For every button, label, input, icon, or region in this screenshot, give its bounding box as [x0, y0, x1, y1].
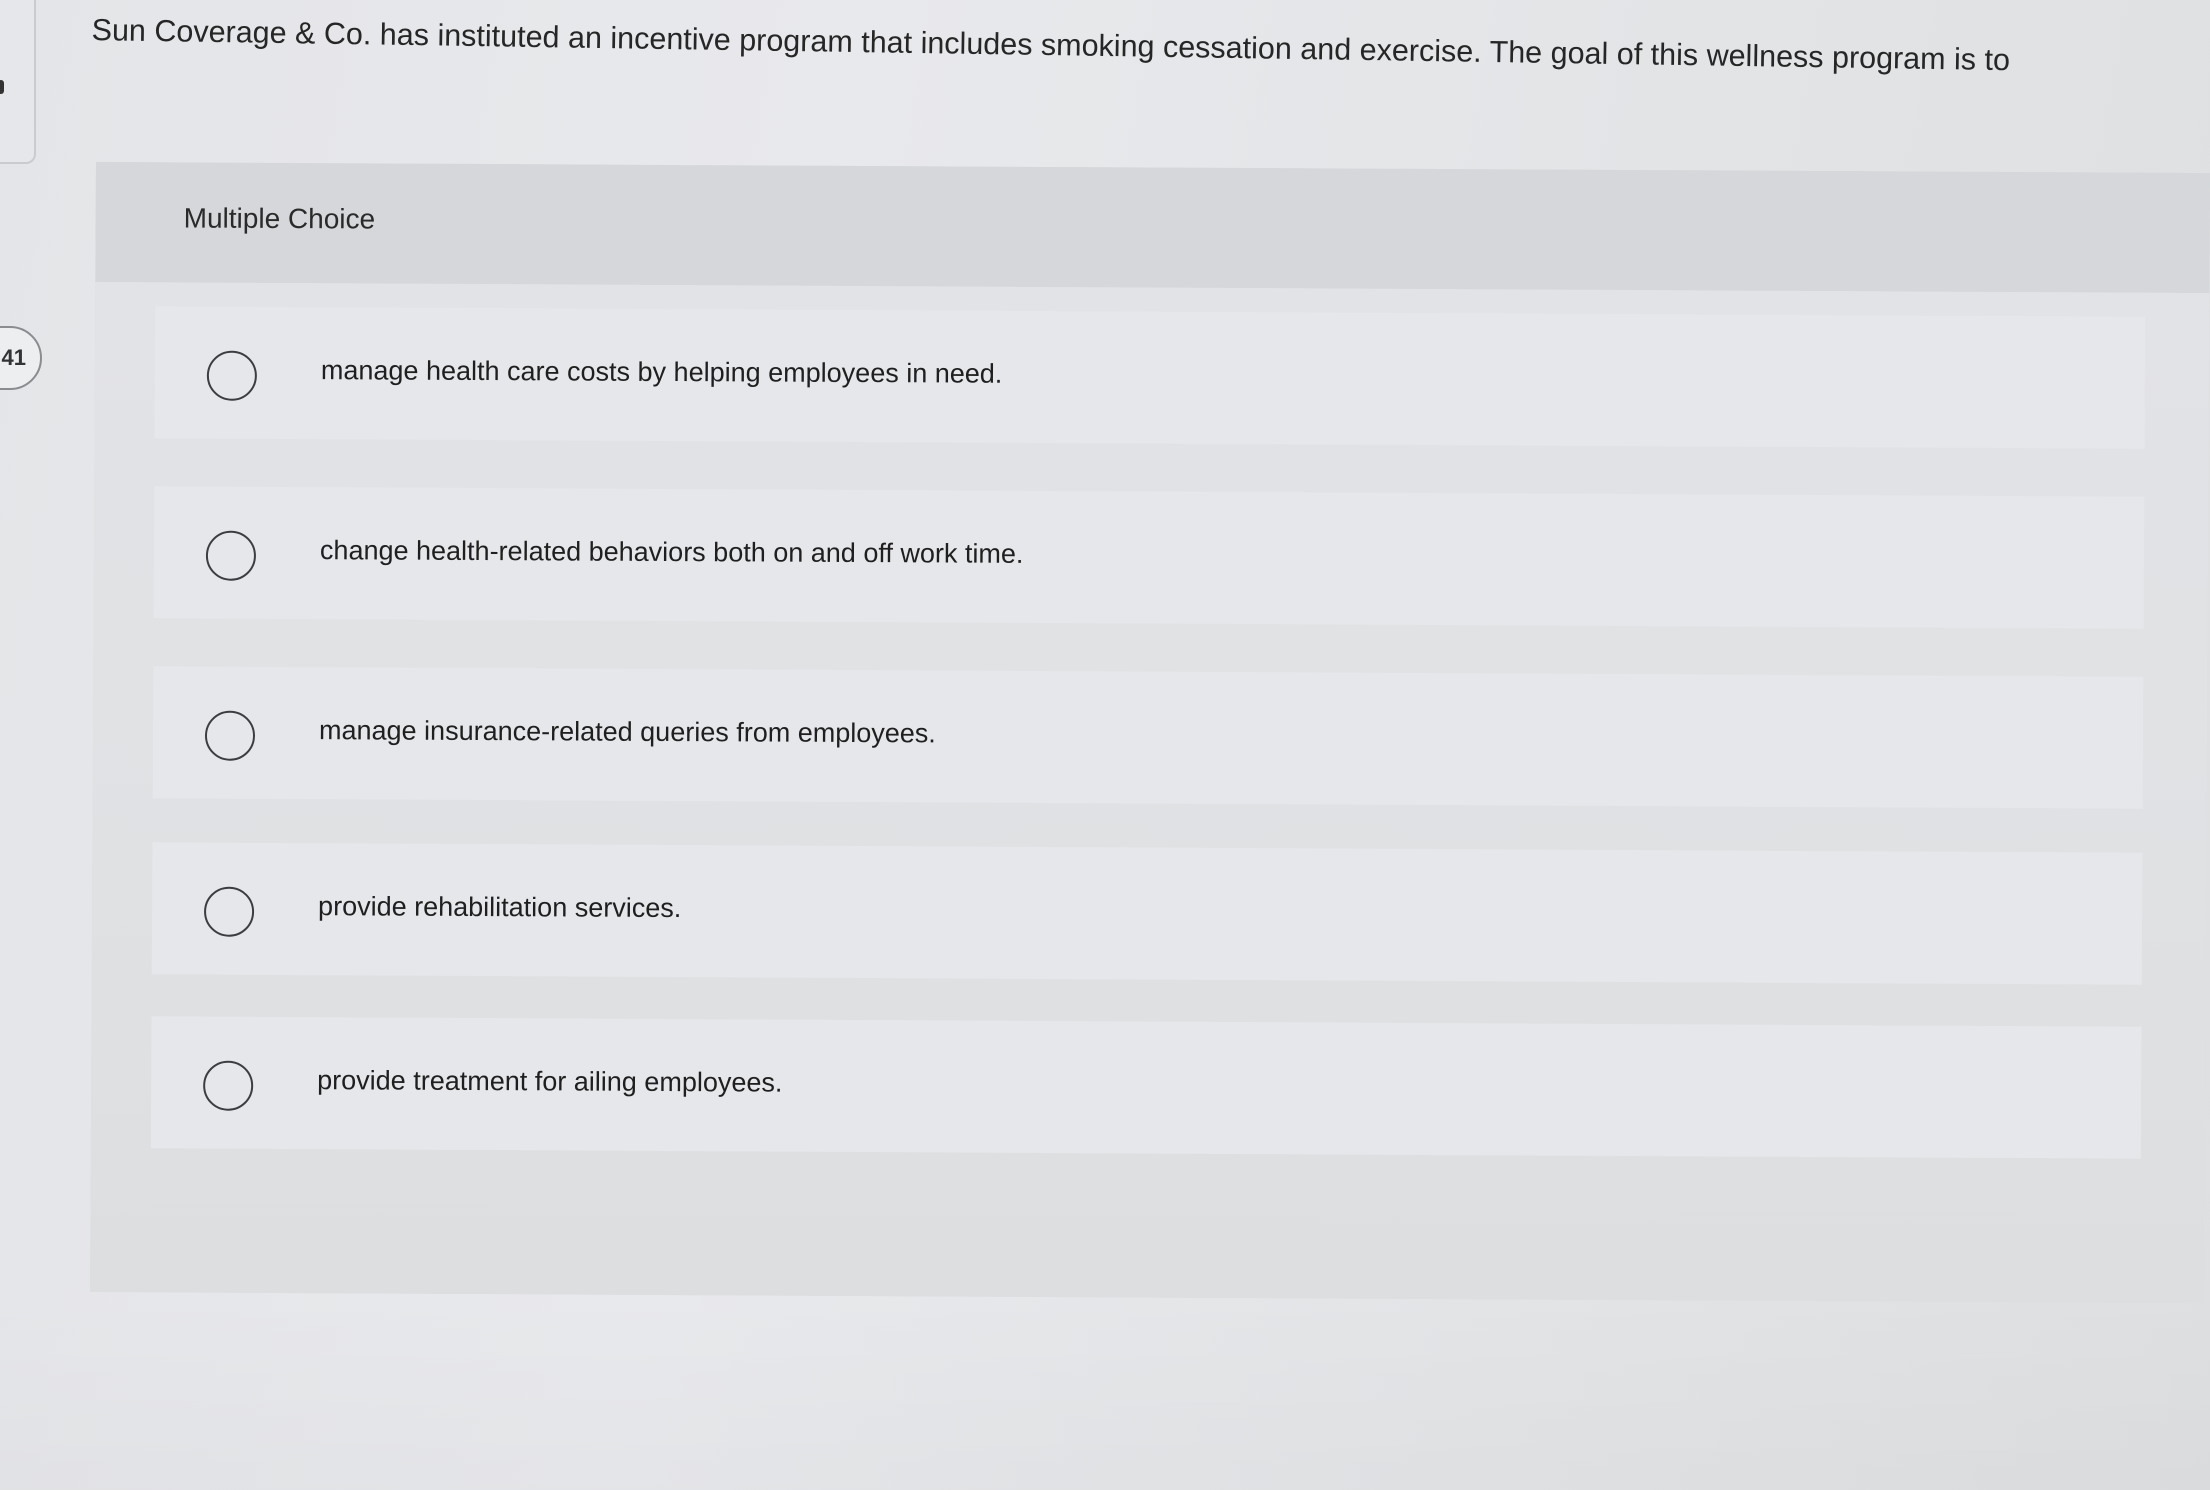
radio-unselected-icon[interactable]: [203, 1060, 254, 1111]
choice-option-text: provide rehabilitation services.: [318, 891, 682, 924]
multiple-choice-panel: Multiple Choice manage health care costs…: [90, 162, 2210, 1304]
question-prompt: Sun Coverage & Co. has instituted an inc…: [91, 12, 2011, 78]
choices-list: manage health care costs by helping empl…: [90, 281, 2210, 1304]
timer-badge: :41: [0, 326, 42, 390]
multiple-choice-label: Multiple Choice: [183, 202, 376, 235]
choice-option-3[interactable]: manage insurance-related queries from em…: [152, 666, 2144, 809]
page-bottom-area: [0, 1290, 2210, 1490]
timer-text: :41: [0, 345, 26, 370]
radio-unselected-icon[interactable]: [204, 710, 256, 761]
radio-unselected-icon[interactable]: [206, 350, 258, 401]
radio-unselected-icon[interactable]: [203, 886, 255, 937]
tab-marker-icon: [0, 80, 4, 94]
choice-option-1[interactable]: manage health care costs by helping empl…: [154, 306, 2146, 449]
choice-option-4[interactable]: provide rehabilitation services.: [151, 842, 2143, 985]
choice-option-2[interactable]: change health-related behaviors both on …: [153, 486, 2145, 629]
choice-option-text: manage insurance-related queries from em…: [318, 715, 936, 749]
choice-option-text: manage health care costs by helping empl…: [320, 355, 1003, 389]
choice-option-text: change health-related behaviors both on …: [319, 535, 1024, 569]
multiple-choice-header: Multiple Choice: [95, 162, 2210, 294]
radio-unselected-icon[interactable]: [205, 530, 257, 581]
choice-option-5[interactable]: provide treatment for ailing employees.: [150, 1016, 2142, 1159]
choice-option-text: provide treatment for ailing employees.: [317, 1065, 783, 1098]
left-side-tab: [0, 0, 36, 164]
